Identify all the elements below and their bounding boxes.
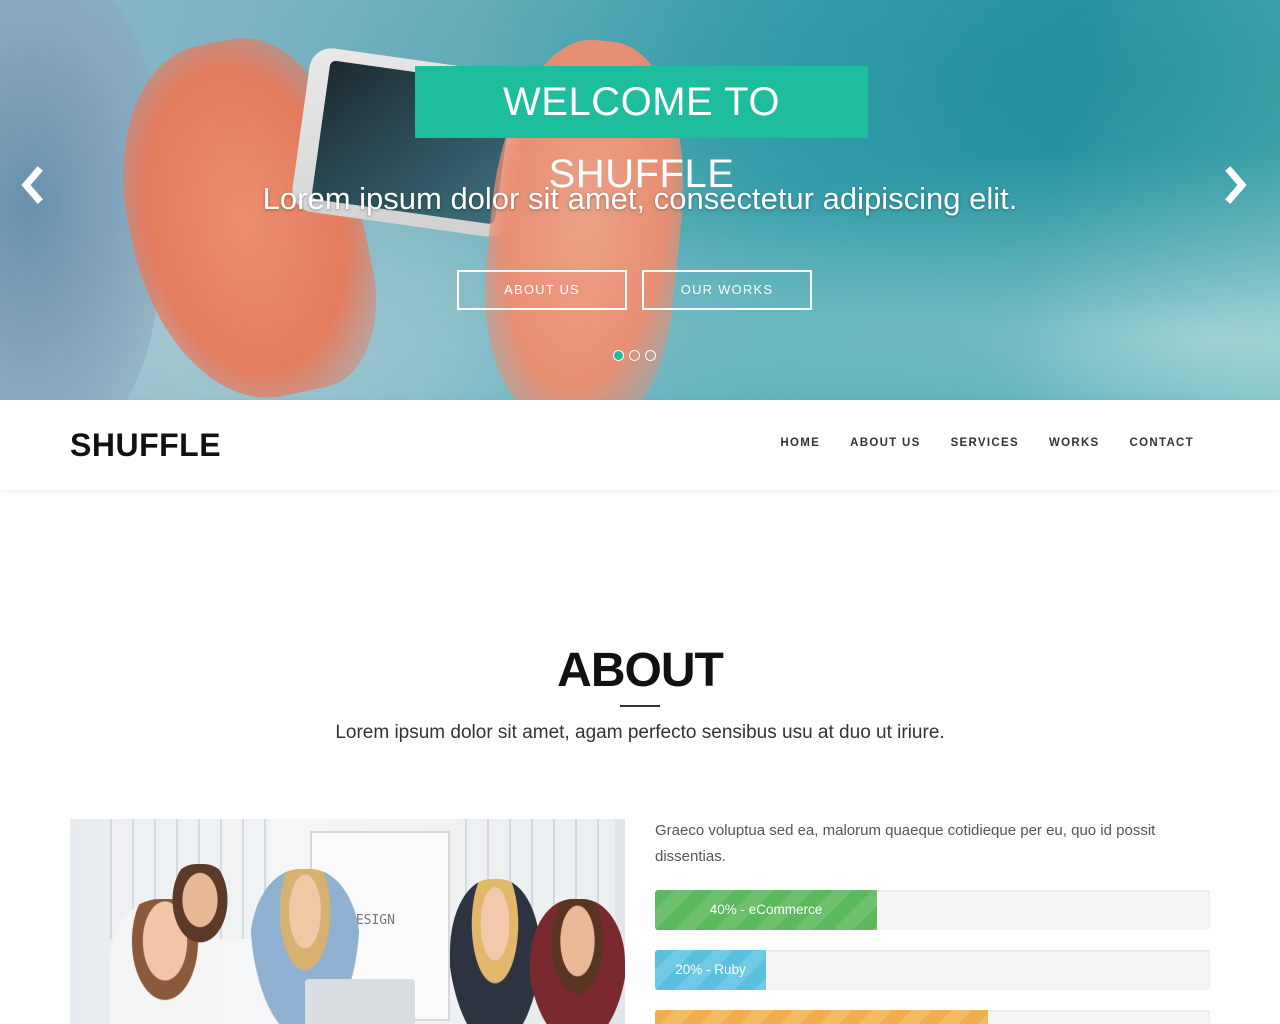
carousel-dot-2[interactable]: [629, 350, 640, 361]
carousel-dot-3[interactable]: [645, 350, 656, 361]
skill-bar-fill: [655, 1010, 988, 1024]
main-nav: HOME ABOUT US SERVICES WORKS CONTACT: [780, 437, 1194, 449]
about-text: Graeco voluptua sed ea, malorum quaeque …: [655, 822, 1156, 865]
navbar: SHUFFLE HOME ABOUT US SERVICES WORKS CON…: [0, 400, 1280, 490]
skill-bar-fill: 40% - eCommerce: [655, 890, 877, 930]
chevron-left-icon: [21, 166, 43, 204]
about-lead: Lorem ipsum dolor sit amet, agam perfect…: [335, 722, 945, 743]
carousel-next-button[interactable]: [1222, 165, 1252, 205]
carousel-indicators: [613, 350, 656, 361]
about-divider: [620, 705, 660, 707]
nav-item-contact[interactable]: CONTACT: [1130, 437, 1194, 449]
about-title: ABOUT: [557, 644, 724, 697]
carousel-dot-1[interactable]: [613, 350, 624, 361]
hero-carousel: WELCOME TO SHUFFLE Lorem ipsum dolor sit…: [0, 0, 1280, 400]
team-photo: DESIGN: [70, 819, 625, 1024]
carousel-prev-button[interactable]: [16, 165, 46, 205]
skill-bar-fill: 20% - Ruby: [655, 950, 766, 990]
hero-subtitle: Lorem ipsum dolor sit amet, consectetur …: [262, 181, 1018, 216]
chevron-right-icon: [1225, 166, 1247, 204]
skill-bar-ecommerce: 40% - eCommerce: [655, 890, 1210, 930]
nav-item-works[interactable]: WORKS: [1049, 437, 1100, 449]
brand-logo[interactable]: SHUFFLE: [70, 424, 221, 466]
nav-item-about-us[interactable]: ABOUT US: [850, 437, 920, 449]
nav-item-home[interactable]: HOME: [780, 437, 820, 449]
nav-item-services[interactable]: SERVICES: [951, 437, 1019, 449]
our-works-button[interactable]: OUR WORKS: [642, 270, 812, 310]
hero-title: WELCOME TO SHUFFLE: [415, 66, 868, 196]
about-us-button[interactable]: ABOUT US: [457, 270, 627, 310]
skill-bar-third: [655, 1010, 1210, 1024]
skill-bar-ruby: 20% - Ruby: [655, 950, 1210, 990]
